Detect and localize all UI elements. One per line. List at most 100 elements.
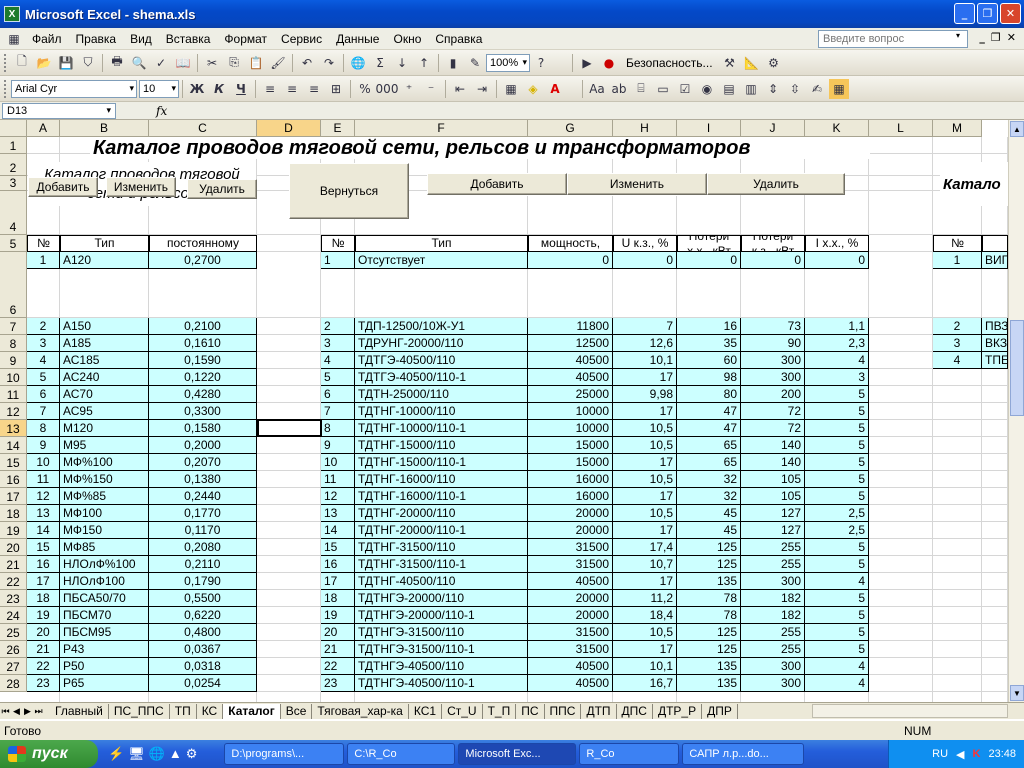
transformer-cell[interactable]: 5 [805,437,869,454]
wire-cell[interactable]: 18 [27,590,60,607]
toolbar-grip[interactable] [4,79,8,98]
transformer-cell[interactable]: 0 [528,252,613,269]
wire-cell[interactable]: А120 [60,252,149,269]
transformer-cell[interactable]: 17 [321,573,355,590]
decrease-indent-icon[interactable]: ⇤ [450,79,470,99]
transformer-cell[interactable]: 22 [321,658,355,675]
menu-item[interactable]: Правка [69,32,124,46]
transformer-cell[interactable]: 140 [741,454,805,471]
transformer-cell[interactable]: 2,5 [805,522,869,539]
wire-cell[interactable]: МФ%100 [60,454,149,471]
trans-edit-button[interactable]: Изменить [567,173,707,195]
wire-cell[interactable]: 0,4800 [149,624,257,641]
wire-cell[interactable]: ПБСМ95 [60,624,149,641]
vertical-scrollbar[interactable]: ▲ ▼ [1008,120,1024,702]
column-header[interactable]: L [869,120,933,137]
option-button-icon[interactable]: ◉ [697,79,717,99]
transformer-cell[interactable]: 5 [805,590,869,607]
wire-cell[interactable]: ПБСА50/70 [60,590,149,607]
row-header[interactable]: 26 [0,641,27,658]
transformer-cell[interactable]: 135 [677,658,741,675]
transformer-cell[interactable]: 18 [321,590,355,607]
transformer-cell[interactable]: 23 [321,675,355,692]
scroll-down-icon[interactable]: ▼ [1010,685,1024,701]
transformer-cell[interactable]: 5 [805,607,869,624]
sort-descending-icon[interactable]: ↑ [414,53,434,73]
wire-cell[interactable]: 0,1380 [149,471,257,488]
transformer-cell[interactable]: 12 [321,488,355,505]
transformer-cell[interactable]: 9 [321,437,355,454]
wire-cell[interactable]: 17 [27,573,60,590]
wire-cell[interactable]: 19 [27,607,60,624]
wire-cell[interactable]: 0,2100 [149,318,257,335]
browser-icon[interactable]: 🌐 [149,746,165,762]
transformer-cell[interactable]: 78 [677,607,741,624]
transformer-cell[interactable]: 10,5 [613,471,677,488]
app-launch-icon[interactable]: ⚙ [186,746,198,762]
transformer-cell[interactable]: 32 [677,471,741,488]
transformer-cell[interactable]: 2,3 [805,335,869,352]
transformer-cell[interactable]: 255 [741,624,805,641]
wire-cell[interactable]: 22 [27,658,60,675]
menu-item[interactable]: Формат [217,32,274,46]
align-right-icon[interactable]: ≡ [304,79,324,99]
column-header[interactable]: C [149,120,257,137]
help-dropdown-icon[interactable]: ▾ [956,31,960,40]
row-header[interactable]: 27 [0,658,27,675]
wire-cell[interactable]: НЛОлФ100 [60,573,149,590]
taskbar-button[interactable]: Microsoft Exc... [458,743,577,765]
row-header[interactable]: 14 [0,437,27,454]
transformer-cell[interactable]: 10,7 [613,556,677,573]
transformer-cell[interactable]: 4 [805,658,869,675]
print-icon[interactable]: 🖶 [107,53,127,73]
column-header[interactable]: A [27,120,60,137]
record-macro-icon[interactable]: ● [599,53,619,73]
transformer-cell[interactable]: 6 [321,386,355,403]
restore-button[interactable]: ❐ [977,3,998,24]
transformer-cell[interactable]: 5 [805,641,869,658]
wire-cell[interactable]: 3 [27,335,60,352]
wire-cell[interactable]: 11 [27,471,60,488]
transformer-cell[interactable]: 127 [741,522,805,539]
transformer-cell[interactable]: ТДРУНГ-20000/110 [355,335,528,352]
new-icon[interactable]: 🗋 [12,53,32,73]
wire-cell[interactable]: 15 [27,539,60,556]
row-header[interactable]: 19 [0,522,27,539]
transformer-cell[interactable]: 5 [805,488,869,505]
transformer-cell[interactable]: 31500 [528,624,613,641]
sheet-tab[interactable]: Каталог [223,703,281,719]
transformer-cell[interactable]: ТДТНГ-31500/110 [355,539,528,556]
transformer-cell[interactable]: 255 [741,556,805,573]
transformer-cell[interactable]: ТДТНГ-40500/110 [355,573,528,590]
first-sheet-icon[interactable]: ⏮ [0,706,11,717]
transformer-cell[interactable]: 25000 [528,386,613,403]
copy-icon[interactable]: ⎘ [224,53,244,73]
trans-delete-button[interactable]: Удалить [707,173,845,195]
transformer-cell[interactable]: ТДТНГЭ-31500/110-1 [355,641,528,658]
wire-cell[interactable]: 13 [27,505,60,522]
scroll-thumb[interactable] [1010,320,1024,416]
transformer-cell[interactable]: 17,4 [613,539,677,556]
wire-cell[interactable]: 0,0367 [149,641,257,658]
transformer-cell[interactable]: 45 [677,522,741,539]
transformer-cell[interactable]: 18,4 [613,607,677,624]
right-catalog-cell[interactable]: ВИГ [982,252,1008,269]
transformer-cell[interactable]: 0 [805,252,869,269]
prev-sheet-icon[interactable]: ◀ [11,706,22,717]
wire-cell[interactable]: Р65 [60,675,149,692]
transformer-cell[interactable]: 40500 [528,675,613,692]
row-header[interactable]: 24 [0,607,27,624]
row-header[interactable]: 12 [0,403,27,420]
borders-icon[interactable]: ▦ [501,79,521,99]
column-header[interactable]: M [933,120,982,137]
spinner-icon[interactable]: ⇳ [785,79,805,99]
wire-cell[interactable]: 0,2080 [149,539,257,556]
transformer-cell[interactable]: 1,1 [805,318,869,335]
show-desktop-icon[interactable]: 🖥 [128,746,145,762]
transformer-cell[interactable]: ТДТН-25000/110 [355,386,528,403]
column-header[interactable]: K [805,120,869,137]
transformer-cell[interactable]: 73 [741,318,805,335]
wire-cell[interactable]: МФ150 [60,522,149,539]
transformer-cell[interactable]: 20 [321,624,355,641]
transformer-cell[interactable]: 17 [613,488,677,505]
